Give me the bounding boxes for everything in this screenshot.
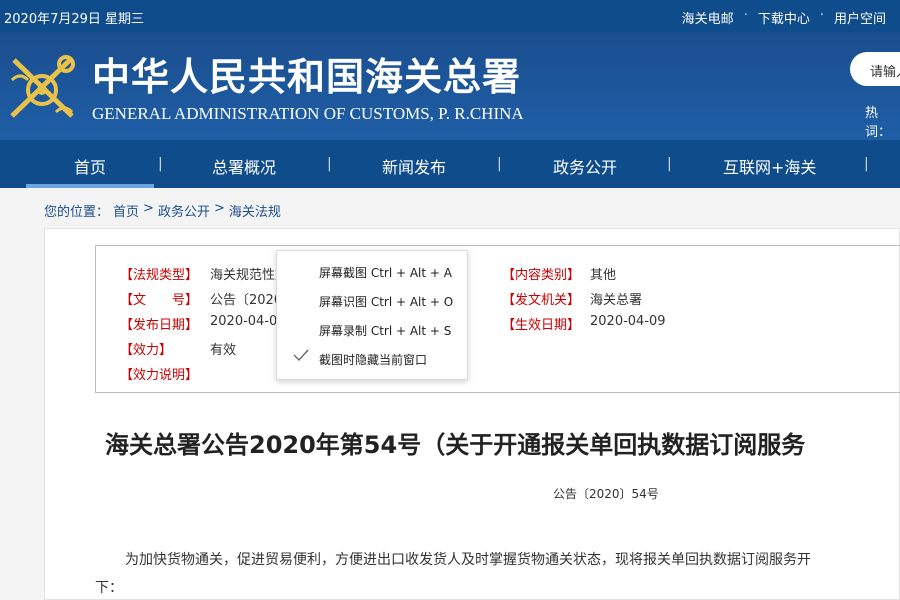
nav-separator: | [497, 156, 502, 172]
hot-words-label: 热词： [865, 106, 892, 140]
meta-key: 【效力说明】 [120, 368, 199, 383]
meta-key: 【法规类型】 [120, 268, 199, 283]
nav-active-indicator [26, 184, 154, 188]
breadcrumb-separator: > [143, 201, 154, 216]
menu-item-screenshot[interactable]: 屏幕截图 Ctrl + Alt + A [319, 264, 452, 281]
document-number: 公告〔2020〕54号 [553, 487, 659, 501]
nav-item-news[interactable]: 新闻发布 [382, 154, 446, 178]
site-header: 中华人民共和国海关总署 GENERAL ADMINISTRATION OF CU… [0, 32, 900, 140]
meta-value: 2020-04-09 [590, 314, 666, 329]
meta-key: 【效力】 [120, 343, 173, 358]
menu-item-hide-window[interactable]: 截图时隐藏当前窗口 [319, 351, 427, 368]
breadcrumb-prefix: 您的位置： [44, 205, 110, 220]
meta-key: 【内容类别】 [502, 268, 581, 283]
menu-item-screen-recognition[interactable]: 屏幕识图 Ctrl + Alt + O [319, 293, 453, 310]
nav-separator: | [864, 156, 869, 172]
breadcrumb-gov-affairs[interactable]: 政务公开 [158, 201, 210, 220]
link-download-center[interactable]: 下载中心 [758, 8, 810, 27]
meta-key: 【发布日期】 [120, 318, 199, 333]
breadcrumb-separator: > [213, 201, 225, 216]
separator: · [819, 8, 824, 23]
meta-value: 海关总署 [590, 293, 643, 308]
menu-item-screen-recording[interactable]: 屏幕录制 Ctrl + Alt + S [319, 322, 451, 339]
document-meta-table: 【法规类型】 海关规范性文件 【文 号】 公告〔2020〕54号 【发布日期】 … [95, 245, 900, 393]
main-nav: 首页 | 总署概况 | 新闻发布 | 政务公开 | 互联网+海关 | [0, 140, 900, 188]
nav-separator: | [667, 156, 672, 172]
checkmark-icon [293, 349, 309, 361]
search-input[interactable]: 请输入 [850, 52, 900, 86]
separator: · [743, 8, 748, 23]
screenshot-context-menu: 屏幕截图 Ctrl + Alt + A 屏幕识图 Ctrl + Alt + O … [276, 250, 468, 380]
breadcrumb-customs-regulations[interactable]: 海关法规 [229, 201, 281, 220]
current-date: 2020年7月29日 星期三 [4, 12, 145, 27]
content-panel: 【法规类型】 海关规范性文件 【文 号】 公告〔2020〕54号 【发布日期】 … [44, 228, 900, 600]
nav-item-gov-affairs[interactable]: 政务公开 [553, 154, 617, 178]
site-title-en: GENERAL ADMINISTRATION OF CUSTOMS, P. R.… [92, 104, 524, 123]
breadcrumb: 您的位置： 首页 > 政务公开 > 海关法规 [44, 201, 281, 220]
breadcrumb-home[interactable]: 首页 [113, 201, 139, 220]
customs-emblem-icon [10, 55, 75, 118]
link-customs-email[interactable]: 海关电邮 [682, 8, 734, 27]
meta-key: 【生效日期】 [502, 318, 581, 333]
meta-value: 其他 [590, 268, 617, 283]
nav-item-home[interactable]: 首页 [74, 154, 106, 178]
nav-item-overview[interactable]: 总署概况 [212, 154, 276, 178]
meta-value: 有效 [210, 343, 237, 358]
site-title-cn: 中华人民共和国海关总署 [92, 54, 522, 99]
nav-separator: | [158, 156, 163, 172]
document-title: 海关总署公告2020年第54号（关于开通报关单回执数据订阅服务 [105, 431, 806, 459]
nav-separator: | [327, 156, 332, 172]
link-user-space[interactable]: 用户空间 [834, 8, 886, 27]
meta-value: 2020-04-09 [210, 314, 286, 329]
document-paragraph-continuation: 下： [95, 580, 123, 596]
document-paragraph: 为加快货物通关，促进贸易便利，方便进出口收发货人及时掌握货物通关状态，现将报关单… [125, 552, 811, 568]
nav-item-internet-customs[interactable]: 互联网+海关 [723, 154, 816, 178]
meta-key: 【文 号】 [120, 293, 199, 308]
top-bar: 2020年7月29日 星期三 海关电邮 · 下载中心 · 用户空间 [0, 0, 900, 32]
top-links: 海关电邮 · 下载中心 · 用户空间 [682, 8, 886, 27]
meta-key: 【发文机关】 [502, 293, 581, 308]
